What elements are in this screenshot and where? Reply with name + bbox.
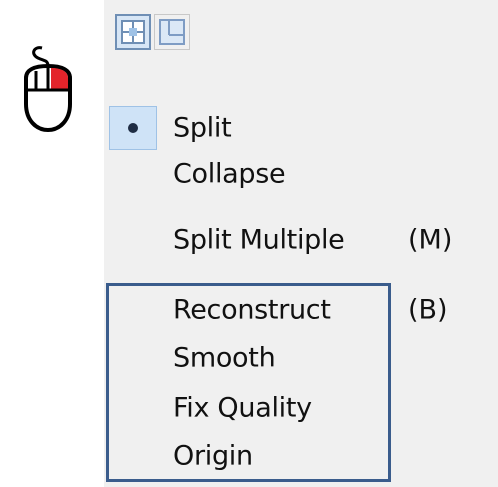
- split-view-icon[interactable]: [115, 14, 151, 50]
- menu-item-label: Fix Quality: [173, 392, 312, 424]
- menu-item-label: Origin: [173, 440, 253, 472]
- menu-item-fix-quality[interactable]: Fix Quality: [104, 384, 498, 432]
- menu-item-shortcut: (B): [408, 294, 448, 326]
- menu-item-origin[interactable]: Origin: [104, 432, 498, 480]
- menu-item-label: Split Multiple: [173, 224, 345, 256]
- menu-item-label: Collapse: [173, 158, 286, 190]
- menu-item-split[interactable]: Split: [104, 104, 498, 152]
- menu-item-collapse[interactable]: Collapse: [104, 150, 498, 198]
- menu-item-shortcut: (M): [408, 224, 453, 256]
- menu-item-label: Split: [173, 112, 232, 144]
- mouse-right-click-icon: [20, 44, 76, 134]
- menu-item-label: Smooth: [173, 342, 276, 374]
- menu-item-reconstruct[interactable]: Reconstruct (B): [104, 286, 498, 334]
- menu-item-smooth[interactable]: Smooth: [104, 334, 498, 382]
- menu-item-split-multiple[interactable]: Split Multiple (M): [104, 216, 498, 264]
- layout-icon[interactable]: [154, 14, 190, 50]
- menu-item-label: Reconstruct: [173, 294, 331, 326]
- screen: Split Collapse Split Multiple (M) Recons…: [0, 0, 498, 487]
- context-menu: Split Collapse Split Multiple (M) Recons…: [104, 0, 498, 487]
